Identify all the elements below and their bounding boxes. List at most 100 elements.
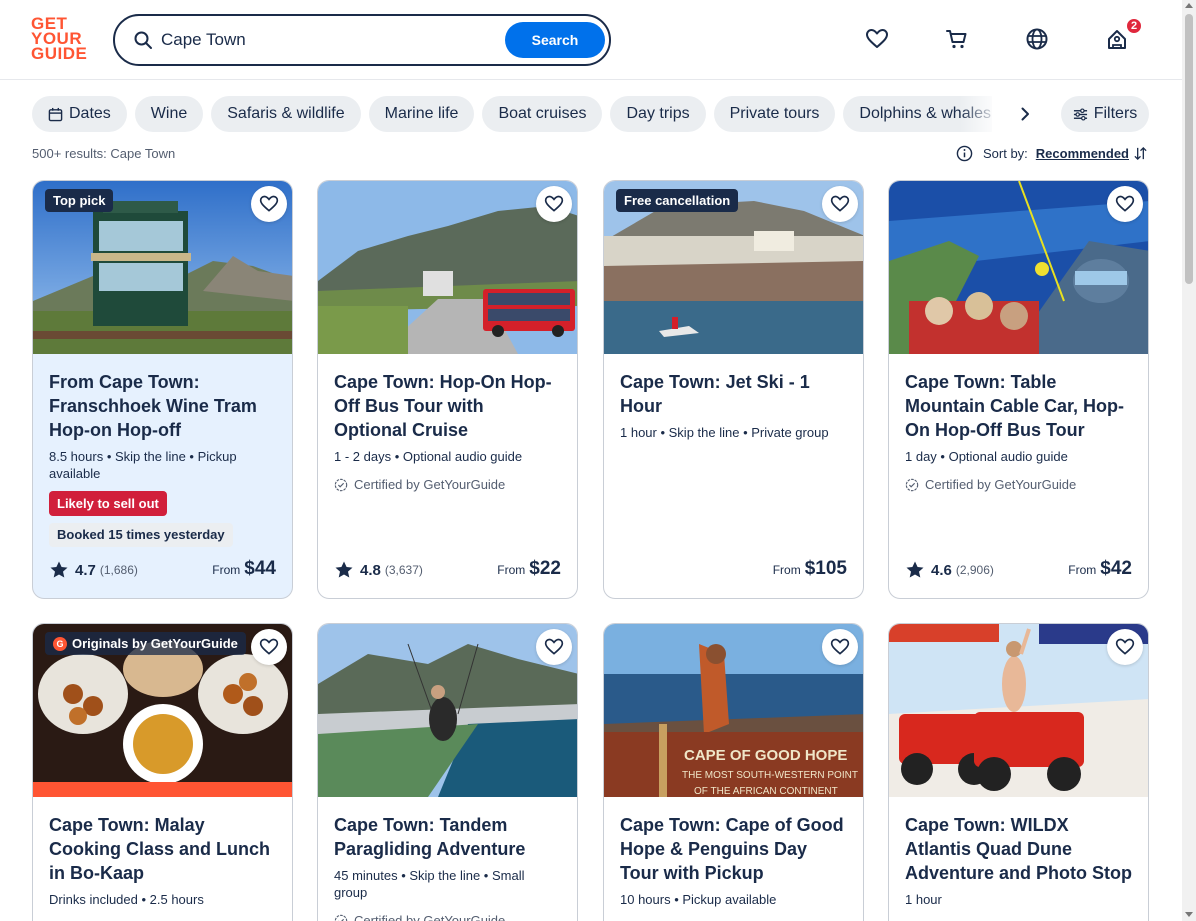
activity-title[interactable]: Cape Town: Table Mountain Cable Car, Hop… [905,370,1132,442]
activity-meta: 8.5 hours • Skip the line • Pickup avail… [49,449,237,481]
rating: 4.8 (3,637) [334,560,423,580]
activity-card[interactable]: Top pick From Cape Town: Franschhoek Win… [32,180,293,599]
sliders-icon [1073,107,1087,121]
price-value: $44 [244,558,276,579]
activity-image[interactable] [318,624,577,797]
search-input[interactable] [161,26,501,54]
chip-label: Safaris & wildlife [227,105,345,122]
activity-card[interactable]: CAPE OF GOOD HOPE THE MOST SOUTH-WESTERN… [603,623,864,921]
certified-badge-icon [334,478,348,491]
card-footer: 4.6 (2,906) From $42 [905,558,1132,584]
chip-safaris[interactable]: Safaris & wildlife [211,96,361,132]
activity-card[interactable]: G Originals by GetYourGuide Cape Town: Ma… [32,623,293,921]
review-count: (2,906) [955,563,994,577]
favorite-heart-icon[interactable] [536,186,572,222]
activity-title[interactable]: Cape Town: Tandem Paragliding Adventure [334,813,561,861]
certified-text: Certified by GetYourGuide [354,913,506,921]
price-value: $105 [804,558,847,579]
globe-icon[interactable] [1024,26,1050,52]
activity-title[interactable]: Cape Town: Cape of Good Hope & Penguins … [620,813,847,885]
card-body: Cape Town: Malay Cooking Class and Lunch… [33,797,292,908]
card-footer: 4.8 (3,637) From $22 [334,558,561,584]
scrollbar-thumb[interactable] [1185,14,1193,284]
activity-card[interactable]: Cape Town: Tandem Paragliding Adventure … [317,623,578,921]
activity-card[interactable]: Cape Town: WILDX Atlantis Quad Dune Adve… [888,623,1149,921]
card-footer: From $105 [620,558,847,584]
rating: 4.6 (2,906) [905,560,994,580]
chip-marine-life[interactable]: Marine life [368,96,475,132]
price: From $44 [212,558,276,580]
price: From $22 [497,558,561,580]
certified-text: Certified by GetYourGuide [925,477,1077,492]
favorite-heart-icon[interactable] [536,629,572,665]
filters-button[interactable]: Filters [1061,96,1149,132]
price-from-label: From [772,563,801,577]
certified-badge-icon [905,478,919,491]
activity-image[interactable]: G Originals by GetYourGuide [33,624,292,797]
getyourguide-g-icon: G [53,636,67,651]
scroll-up-arrow-icon[interactable] [1185,3,1193,8]
review-count: (1,686) [99,563,138,577]
activity-image[interactable]: Top pick [33,181,292,354]
chip-dates[interactable]: Dates [32,96,127,132]
rating-value: 4.6 [931,561,952,579]
activity-image[interactable]: Free cancellation [604,181,863,354]
price: From $105 [773,558,847,580]
search-icon [134,31,152,49]
chevron-right-icon[interactable] [1012,101,1038,127]
chip-label: Boat cruises [498,105,587,122]
activity-meta: 1 hour [905,892,942,907]
info-icon[interactable] [956,145,973,162]
cart-icon[interactable] [944,26,970,52]
chip-label: Marine life [384,105,459,122]
scroll-down-arrow-icon[interactable] [1185,912,1193,917]
activity-card[interactable]: Cape Town: Hop-On Hop-Off Bus Tour with … [317,180,578,599]
card-body: Cape Town: Jet Ski - 1 Hour 1 hour • Ski… [604,354,863,598]
wishlist-heart-icon[interactable] [864,26,890,52]
activity-card[interactable]: Cape Town: Table Mountain Cable Car, Hop… [888,180,1149,599]
activity-title[interactable]: Cape Town: Jet Ski - 1 Hour [620,370,847,418]
chip-boat-cruises[interactable]: Boat cruises [482,96,603,132]
getyourguide-logo[interactable]: GET YOUR GUIDE [31,15,91,62]
sort-control[interactable]: Sort by: Recommended [952,145,1148,162]
activity-image[interactable] [889,624,1148,797]
activity-meta: 1 hour • Skip the line • Private group [620,425,829,440]
chips-fade [960,96,1000,132]
activity-meta: 10 hours • Pickup available [620,892,777,907]
favorite-heart-icon[interactable] [251,629,287,665]
favorite-heart-icon[interactable] [1107,629,1143,665]
activity-title[interactable]: Cape Town: Malay Cooking Class and Lunch… [49,813,276,885]
card-body: Cape Town: Cape of Good Hope & Penguins … [604,797,863,908]
activity-title[interactable]: From Cape Town: Franschhoek Wine Tram Ho… [49,370,276,442]
sort-value[interactable]: Recommended [1036,146,1129,161]
activity-title[interactable]: Cape Town: WILDX Atlantis Quad Dune Adve… [905,813,1132,885]
favorite-heart-icon[interactable] [822,186,858,222]
card-body: From Cape Town: Franschhoek Wine Tram Ho… [33,354,292,598]
activity-image[interactable] [318,181,577,354]
sign-line-1: CAPE OF GOOD HOPE [684,747,847,764]
favorite-heart-icon[interactable] [822,629,858,665]
search-button[interactable]: Search [505,22,605,58]
chip-label: Wine [150,105,188,122]
chip-label: Dates [69,105,111,122]
card-footer: 4.7 (1,686) From $44 [49,558,276,584]
price-from-label: From [1068,563,1097,577]
price-value: $42 [1100,558,1132,579]
favorite-heart-icon[interactable] [1107,186,1143,222]
chip-private-tours[interactable]: Private tours [713,96,836,132]
certified-text: Certified by GetYourGuide [354,477,506,492]
favorite-heart-icon[interactable] [251,186,287,222]
star-icon [335,561,353,578]
card-body: Cape Town: Hop-On Hop-Off Bus Tour with … [318,354,577,598]
activity-title[interactable]: Cape Town: Hop-On Hop-Off Bus Tour with … [334,370,561,442]
activity-card[interactable]: Free cancellation Cape Town: Jet Ski - 1… [603,180,864,599]
activity-image[interactable] [889,181,1148,354]
chip-wine[interactable]: Wine [134,96,204,132]
page-scrollbar[interactable] [1182,0,1196,921]
calendar-icon [48,107,63,121]
activity-image[interactable]: CAPE OF GOOD HOPE THE MOST SOUTH-WESTERN… [604,624,863,797]
chip-day-trips[interactable]: Day trips [610,96,706,132]
free-cancellation-tag: Free cancellation [616,189,739,212]
chip-label: Day trips [626,105,690,122]
sort-label: Sort by: [983,146,1028,161]
